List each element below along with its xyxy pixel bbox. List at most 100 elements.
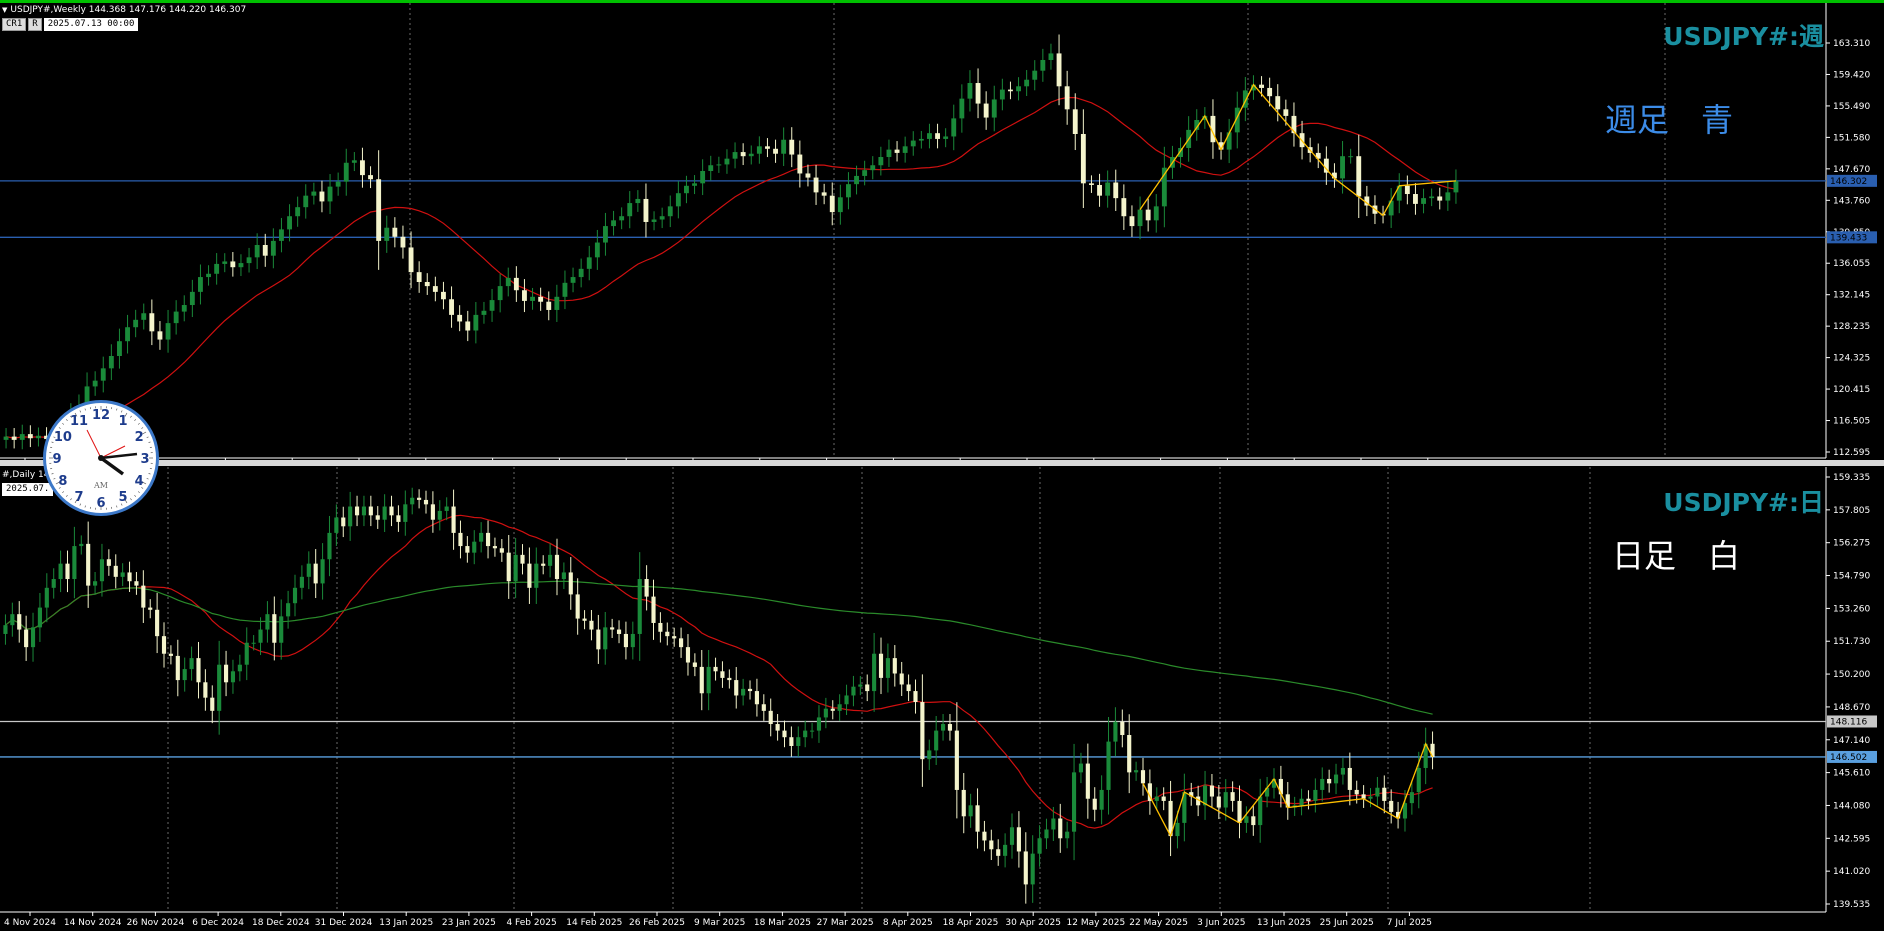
candle-body <box>30 627 36 648</box>
candle-body <box>623 633 628 648</box>
candle-body <box>497 286 503 301</box>
candle-body <box>1327 778 1332 784</box>
price-tick-label: 147.670 <box>1833 165 1870 175</box>
daily-chart-pane[interactable]: 159.335 157.805 156.275 154.790 153.260 151.7… <box>0 467 1884 931</box>
time-tick-label: 12 May 2025 <box>1067 918 1126 928</box>
candle-body <box>311 191 317 196</box>
candle-body <box>10 614 15 626</box>
time-tick-label: 4 Feb 2025 <box>506 918 556 928</box>
candle-body <box>522 290 527 301</box>
candle-body <box>685 647 691 663</box>
candle-body <box>306 563 311 577</box>
candle-body <box>1106 741 1111 790</box>
clock-tick <box>130 415 132 418</box>
candle-body <box>756 146 762 154</box>
candle-body <box>1127 735 1132 773</box>
candle-body <box>279 616 284 643</box>
clock-number: 8 <box>58 474 67 489</box>
price-tag-label: 148.116 <box>1830 717 1867 727</box>
candle-body <box>1258 796 1263 826</box>
candle-body <box>1409 792 1414 804</box>
clock-tick <box>65 494 68 497</box>
candle-body <box>1375 787 1380 797</box>
candle-body <box>961 789 966 817</box>
time-tick-label: 26 Feb 2025 <box>629 918 685 928</box>
candle-body <box>810 730 815 732</box>
pane-divider[interactable] <box>0 460 1884 466</box>
candle-body <box>1129 216 1135 227</box>
candle-body <box>659 216 665 220</box>
candle-body <box>870 165 876 171</box>
candle-body <box>1354 789 1359 795</box>
candle-body <box>334 517 339 533</box>
candle-body <box>603 627 608 650</box>
clock-number: 3 <box>140 452 149 467</box>
clock-number: 4 <box>135 474 144 489</box>
candle-body <box>768 710 773 725</box>
price-tick-label: 139.535 <box>1833 900 1870 910</box>
clock-tick <box>51 473 54 475</box>
candle-body <box>862 170 868 176</box>
candle-body <box>24 629 29 648</box>
weekly-datetime: 2025.07.13 00:00 <box>43 18 139 31</box>
daily-chart-canvas[interactable]: 159.335 157.805 156.275 154.790 153.260 151.7… <box>0 467 1884 931</box>
candle-body <box>58 563 63 580</box>
candle-body <box>1299 798 1304 806</box>
candle-body <box>1209 785 1215 797</box>
candle-body <box>708 165 714 171</box>
candle-body <box>989 840 994 850</box>
candle-body <box>389 506 394 516</box>
candle-body <box>1340 156 1345 179</box>
candle-body <box>1120 721 1125 736</box>
candle-body <box>1016 86 1021 92</box>
weekly-chart-pane[interactable]: 163.310 159.420 155.490 151.580 147.670 143.7… <box>0 0 1884 463</box>
price-tick-label: 136.055 <box>1833 259 1870 269</box>
price-tick-label: 151.730 <box>1833 637 1870 647</box>
candle-body <box>432 286 438 292</box>
candle-body <box>651 219 657 222</box>
time-tick-label: 14 Nov 2024 <box>64 918 122 928</box>
candle-body <box>441 291 446 300</box>
clock-tick <box>58 427 61 429</box>
candle-body <box>1080 133 1086 184</box>
candle-body <box>244 642 249 665</box>
candle-body <box>1226 132 1232 150</box>
clock-number: 12 <box>92 408 110 423</box>
candle-body <box>754 691 759 705</box>
time-tick-label: 18 Apr 2025 <box>943 918 999 928</box>
clock-widget[interactable]: 12 1 2 3 4 5 6 7 8 9 10 11 AM <box>43 400 159 516</box>
candle-body <box>1030 853 1035 885</box>
r-label[interactable]: R <box>28 18 42 31</box>
clock-number: 2 <box>135 430 144 445</box>
candle-body <box>765 146 770 149</box>
candle-body <box>935 133 940 139</box>
candle-body <box>1009 827 1015 845</box>
weekly-chart-canvas[interactable]: 163.310 159.420 155.490 151.580 147.670 143.7… <box>0 3 1884 463</box>
candle-body <box>630 633 635 648</box>
candle-body <box>1421 198 1426 204</box>
candle-body <box>1223 792 1228 808</box>
candle-body <box>940 724 946 731</box>
dropdown-triangle-icon[interactable]: ▼ <box>2 6 7 14</box>
time-tick-label: 25 Jun 2025 <box>1320 918 1374 928</box>
candle-body <box>635 198 641 204</box>
candle-body <box>279 229 284 241</box>
candle-body <box>878 157 884 166</box>
price-tick-label: 120.415 <box>1833 385 1870 395</box>
candle-body <box>586 257 592 269</box>
zigzag-line <box>1139 83 1457 217</box>
candle-body <box>1016 827 1021 852</box>
candle-body <box>86 543 91 586</box>
clock-tick <box>148 441 151 443</box>
clock-tick <box>137 491 140 494</box>
candle-body <box>1071 772 1077 832</box>
candle-body <box>465 321 471 331</box>
candle-body <box>430 504 435 520</box>
candle-body <box>947 724 953 731</box>
weekly-note: 週足 青 <box>1605 101 1734 139</box>
candle-body <box>100 368 106 381</box>
cr1-label[interactable]: CR1 <box>2 18 27 31</box>
candle-body <box>106 559 111 566</box>
candle-body <box>1283 109 1289 116</box>
candle-body <box>217 664 222 711</box>
